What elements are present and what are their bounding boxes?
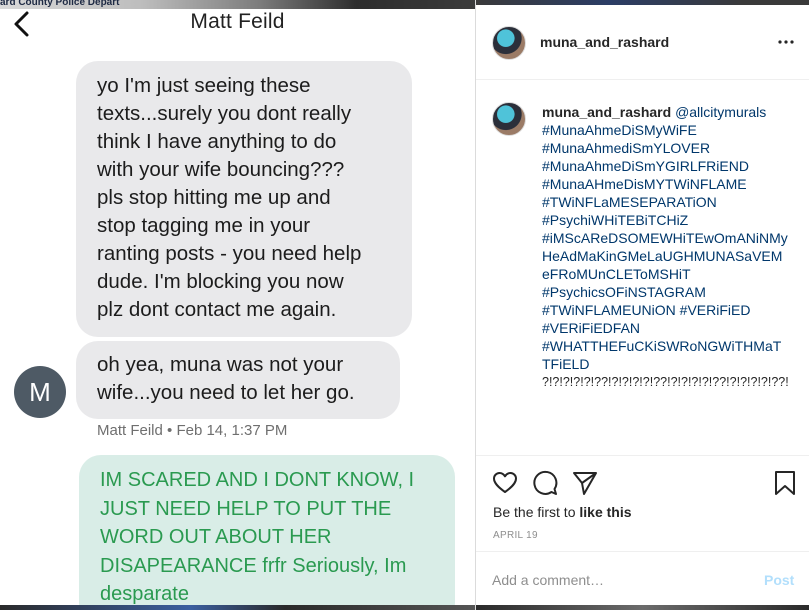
hashtag[interactable]: #MunaAhmeDiSMyWiFE	[542, 121, 788, 139]
bookmark-icon[interactable]	[772, 470, 798, 496]
post-comment-button[interactable]: Post	[764, 572, 794, 588]
hashtag[interactable]: #MunaAHmeDisMYTWiNFLAME	[542, 175, 788, 193]
hashtag[interactable]: #iMScAReDSOMEWHiTEwOmANiNMyHeAdMaKinGMeL…	[542, 229, 788, 283]
background-photo-bottom-strip	[0, 605, 475, 610]
more-horizontal-icon[interactable]	[778, 34, 794, 50]
incoming-message-2: oh yea, muna was not your wife...you nee…	[76, 341, 400, 419]
hashtag[interactable]: #TWiNFLAMEUNiON #VERiFiED	[542, 301, 788, 319]
caption-username[interactable]: muna_and_rashard	[542, 104, 671, 120]
caption-question-marks: ?!?!?!?!?!??!?!?!?!?!??!?!?!?!?!??!?!?!?…	[542, 375, 788, 389]
hashtag[interactable]: #MunaAhmeDiSmYGIRLFRiEND	[542, 157, 788, 175]
comment-input[interactable]	[492, 572, 742, 588]
heart-icon[interactable]	[492, 470, 518, 496]
profile-avatar[interactable]	[492, 26, 526, 60]
post-header: muna_and_rashard	[476, 0, 809, 80]
background-sign-text: ard County Police Depart	[0, 0, 120, 8]
instagram-post-panel: muna_and_rashard muna_and_rashard @allci…	[475, 0, 809, 610]
contact-avatar: M	[14, 366, 66, 418]
outgoing-message: IM SCARED AND I DONT KNOW, I JUST NEED H…	[79, 455, 455, 610]
caption-mention[interactable]: @allcitymurals	[675, 104, 766, 120]
hashtag[interactable]: #PsychiWHiTEBiTCHiZ	[542, 211, 788, 229]
likes-text: Be the first to like this	[493, 504, 632, 520]
background-photo-right-bottom-strip	[476, 605, 809, 610]
sms-screenshot: ard County Police Depart Matt Feild yo I…	[0, 0, 475, 610]
post-caption: muna_and_rashard @allcitymurals #MunaAhm…	[542, 103, 788, 455]
hashtag[interactable]: #PsychicsOFiNSTAGRAM	[542, 283, 788, 301]
like-this-link[interactable]: like this	[579, 504, 631, 520]
share-icon[interactable]	[572, 470, 598, 496]
comment-icon[interactable]	[532, 470, 558, 496]
likes-prefix: Be the first to	[493, 504, 580, 520]
hashtag[interactable]: #TWiNFLaMESEPARATiON	[542, 193, 788, 211]
header-username[interactable]: muna_and_rashard	[540, 34, 669, 50]
sender-timestamp: Matt Feild • Feb 14, 1:37 PM	[97, 422, 288, 439]
hashtag[interactable]: #WHATTHEFuCKiSWRoNGWiTHMaTTFiELD	[542, 337, 788, 373]
hashtag[interactable]: #MunaAhmediSmYLOVER	[542, 139, 788, 157]
hashtag[interactable]: #VERiFiEDFAN	[542, 319, 788, 337]
incoming-message-1: yo I'm just seeing these texts...surely …	[76, 61, 412, 337]
post-date[interactable]: APRIL 19	[493, 530, 538, 541]
caption-avatar[interactable]	[492, 102, 526, 136]
comment-row: Post	[476, 552, 809, 610]
contact-name: Matt Feild	[190, 10, 285, 33]
post-actions: Be the first to like this APRIL 19	[476, 455, 809, 552]
